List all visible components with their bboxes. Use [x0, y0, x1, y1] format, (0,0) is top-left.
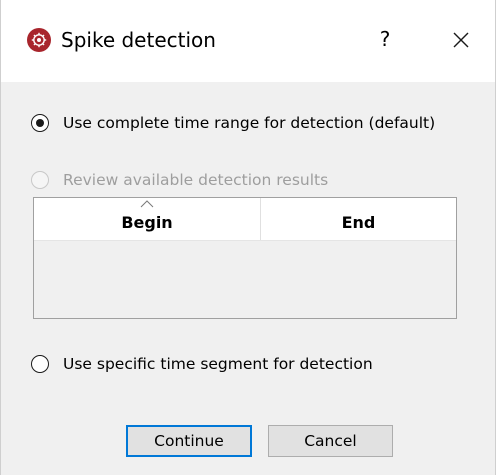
option-complete-range[interactable]: Use complete time range for detection (d…	[31, 111, 435, 135]
spike-app-icon	[27, 28, 51, 52]
option-specific-segment[interactable]: Use specific time segment for detection	[31, 352, 373, 376]
cancel-button[interactable]: Cancel	[268, 425, 393, 457]
sort-ascending-icon	[140, 200, 154, 208]
complete-range-radio[interactable]	[31, 114, 49, 132]
dialog-title: Spike detection	[61, 28, 216, 52]
specific-segment-label: Use specific time segment for detection	[63, 355, 373, 373]
column-header-end-label: End	[341, 213, 376, 232]
detection-results-table[interactable]: Begin End	[33, 197, 457, 319]
column-header-begin[interactable]: Begin	[34, 198, 261, 240]
specific-segment-radio[interactable]	[31, 355, 49, 373]
review-results-radio	[31, 171, 49, 189]
complete-range-label: Use complete time range for detection (d…	[63, 114, 436, 132]
title-bar: Spike detection ?	[1, 0, 495, 82]
table-header: Begin End	[34, 198, 456, 241]
spike-detection-dialog: Spike detection ? Use complete time rang…	[0, 0, 496, 475]
option-review-results: Review available detection results	[31, 168, 328, 192]
close-icon	[453, 32, 469, 48]
review-results-label: Review available detection results	[63, 171, 329, 189]
help-button[interactable]: ?	[367, 20, 403, 58]
column-header-begin-label: Begin	[121, 213, 173, 232]
continue-button[interactable]: Continue	[126, 425, 252, 457]
column-header-end[interactable]: End	[261, 198, 456, 240]
close-button[interactable]	[445, 25, 477, 55]
